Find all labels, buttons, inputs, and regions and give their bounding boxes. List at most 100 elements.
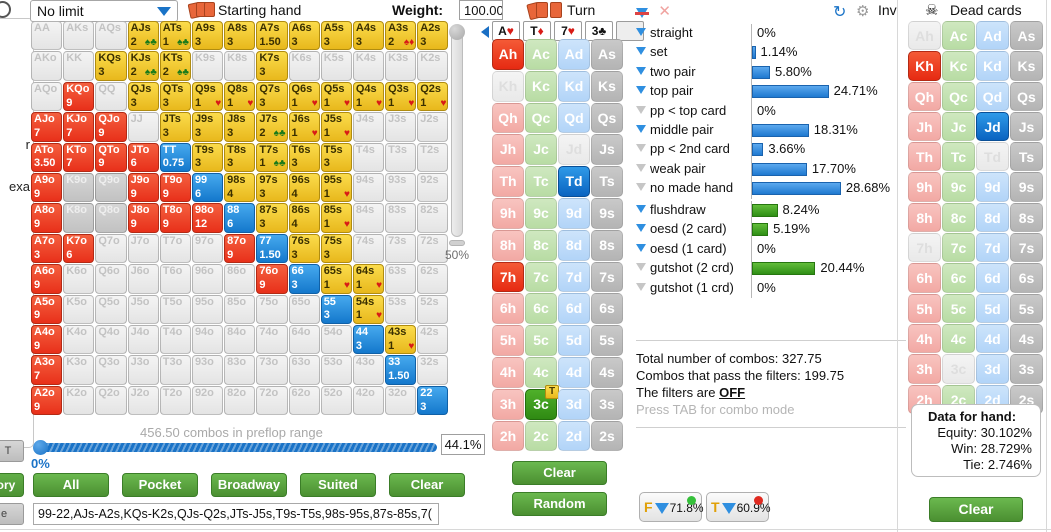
card-2s[interactable]: 2s: [591, 420, 623, 452]
card-7s[interactable]: 7s: [591, 261, 623, 293]
hand-cell-Q5o[interactable]: Q5o: [95, 294, 127, 324]
hand-cell-77[interactable]: 77 1.50: [256, 233, 288, 264]
hand-cell-K9o[interactable]: K9o: [63, 172, 95, 203]
hand-cell-88[interactable]: 88 6: [224, 203, 256, 233]
hand-cell-K2s[interactable]: K2s: [417, 51, 449, 81]
card-6c[interactable]: 6c: [525, 293, 557, 325]
hand-cell-K7o[interactable]: K7o 6: [63, 233, 95, 264]
hand-cell-A4o[interactable]: A4o 9: [31, 324, 63, 355]
card-Kd[interactable]: Kd: [558, 70, 590, 102]
card-7d[interactable]: 7d: [558, 261, 590, 293]
dead-card-Kc[interactable]: Kc: [942, 51, 975, 81]
card-selector-buttons[interactable]: Clear Random: [512, 461, 607, 516]
dead-card-7c[interactable]: 7c: [942, 233, 975, 263]
hand-cell-73o[interactable]: 73o: [256, 355, 288, 385]
hand-cell-T9s[interactable]: T9s 3: [191, 142, 224, 172]
hand-cell-63s[interactable]: 63s: [385, 264, 417, 294]
card-5c[interactable]: 5c: [525, 325, 557, 356]
dead-card-4s[interactable]: 4s: [1010, 323, 1043, 354]
hand-cell-42o[interactable]: 42o: [352, 385, 385, 416]
card-Ac[interactable]: Ac: [525, 39, 557, 70]
hand-cell-J8o[interactable]: J8o 9: [127, 203, 159, 233]
hand-cell-KQs[interactable]: KQs 3: [95, 51, 127, 81]
card-Qd[interactable]: Qd: [558, 102, 590, 134]
hand-cell-43s[interactable]: 43s 1 ♥: [385, 324, 417, 355]
hand-cell-J2o[interactable]: J2o: [127, 385, 159, 416]
hand-cell-87s[interactable]: 87s 3: [256, 203, 288, 233]
hand-cell-A3s[interactable]: A3s 2 ♠♦: [385, 21, 417, 51]
hand-cell-94o[interactable]: 94o: [191, 324, 224, 355]
hand-cell-J7o[interactable]: J7o: [127, 233, 159, 264]
hand-cell-J4o[interactable]: J4o: [127, 324, 159, 355]
hand-cell-93o[interactable]: 93o: [191, 355, 224, 385]
hand-cell-63o[interactable]: 63o: [288, 355, 320, 385]
hand-cell-A9o[interactable]: A9o 9: [31, 172, 63, 203]
made-filter-row[interactable]: weak pair 17.70%: [636, 159, 906, 180]
hand-cell-83o[interactable]: 83o: [224, 355, 256, 385]
inv-label[interactable]: Inv: [878, 2, 897, 18]
hand-cell-J5o[interactable]: J5o: [127, 294, 159, 324]
card-Qc[interactable]: Qc: [525, 102, 557, 134]
hand-cell-JJ[interactable]: JJ: [127, 112, 159, 142]
hand-cell-KK[interactable]: KK: [63, 51, 95, 81]
hand-cell-J6o[interactable]: J6o: [127, 264, 159, 294]
card-9h[interactable]: 9h: [492, 197, 524, 229]
hand-cell-75s[interactable]: 75s 3: [320, 233, 352, 264]
weight-input[interactable]: 100.00: [459, 0, 503, 20]
card-2h[interactable]: 2h: [492, 420, 524, 452]
dead-card-Qs[interactable]: Qs: [1010, 81, 1043, 111]
hand-cell-A4s[interactable]: A4s 3: [352, 21, 385, 51]
hand-cell-JTo[interactable]: JTo 6: [127, 142, 159, 172]
hand-cell-97o[interactable]: 97o: [191, 233, 224, 264]
range-percent-slider[interactable]: [33, 440, 437, 455]
hand-cell-ATo[interactable]: ATo 3.50: [31, 142, 63, 172]
card-Ts[interactable]: Ts: [591, 166, 623, 197]
hand-cell-A9s[interactable]: A9s 3: [191, 21, 224, 51]
card-4d[interactable]: 4d: [558, 356, 590, 388]
hand-cell-K3o[interactable]: K3o: [63, 355, 95, 385]
hand-cell-T3o[interactable]: T3o: [159, 355, 191, 385]
card-6d[interactable]: 6d: [558, 293, 590, 325]
board-cards[interactable]: A♥ T♦ 7♥ 3♣: [492, 21, 644, 41]
dead-card-6d[interactable]: 6d: [976, 263, 1009, 293]
card-7c[interactable]: 7c: [525, 261, 557, 293]
card-Jh[interactable]: Jh: [492, 134, 524, 166]
made-hand-filters[interactable]: straight 0% set 1.14% two pair 5.80% top pair 2…: [636, 24, 906, 199]
hand-cell-KJs[interactable]: KJs 2 ♠♣: [127, 51, 159, 81]
hand-cell-AQs[interactable]: AQs: [95, 21, 127, 51]
hand-cell-T3s[interactable]: T3s: [385, 142, 417, 172]
hand-cell-98o[interactable]: 98o 12: [191, 203, 224, 233]
dead-card-9c[interactable]: 9c: [942, 172, 975, 202]
dead-card-7d[interactable]: 7d: [976, 233, 1009, 263]
hand-cell-Q5s[interactable]: Q5s 1 ♥: [320, 81, 352, 112]
hand-cell-T2o[interactable]: T2o: [159, 385, 191, 416]
hand-cell-ATs[interactable]: ATs 1 ♠♣: [159, 21, 191, 51]
draw-filter-row[interactable]: oesd (1 card) 0%: [636, 239, 906, 260]
flop-filter-badge[interactable]: F 71.8%: [639, 492, 704, 522]
hand-cell-Q2s[interactable]: Q2s 1 ♥: [417, 81, 449, 112]
card-8s[interactable]: 8s: [591, 229, 623, 261]
hand-cell-AA[interactable]: AA: [31, 21, 63, 51]
hand-cell-K6o[interactable]: K6o: [63, 264, 95, 294]
hand-cell-Q7o[interactable]: Q7o: [95, 233, 127, 264]
hand-cell-A3o[interactable]: A3o 7: [31, 355, 63, 385]
hand-cell-76s[interactable]: 76s 3: [288, 233, 320, 264]
card-Jc[interactable]: Jc: [525, 134, 557, 166]
hand-cell-K8o[interactable]: K8o: [63, 203, 95, 233]
dead-card-4d[interactable]: 4d: [976, 323, 1009, 354]
dead-card-8s[interactable]: 8s: [1010, 202, 1043, 233]
hand-cell-J4s[interactable]: J4s: [352, 112, 385, 142]
card-6s[interactable]: 6s: [591, 293, 623, 325]
board-card-2[interactable]: 7♥: [554, 21, 582, 41]
dead-card-3d[interactable]: 3d: [976, 354, 1009, 384]
hand-cell-Q8o[interactable]: Q8o: [95, 203, 127, 233]
clear-dead-cards-button[interactable]: Clear: [929, 497, 1023, 522]
hand-cell-T8s[interactable]: T8s 3: [224, 142, 256, 172]
dead-card-Js[interactable]: Js: [1010, 111, 1043, 142]
hand-cell-Q6s[interactable]: Q6s 1 ♥: [288, 81, 320, 112]
range-button-clear[interactable]: Clear: [389, 473, 465, 497]
hand-cell-72s[interactable]: 72s: [417, 233, 449, 264]
dead-card-8d[interactable]: 8d: [976, 202, 1009, 233]
draw-filters[interactable]: flushdraw 8.24% oesd (2 card) 5.19% oesd (1 …: [636, 201, 906, 298]
hand-cell-T6s[interactable]: T6s 3: [288, 142, 320, 172]
